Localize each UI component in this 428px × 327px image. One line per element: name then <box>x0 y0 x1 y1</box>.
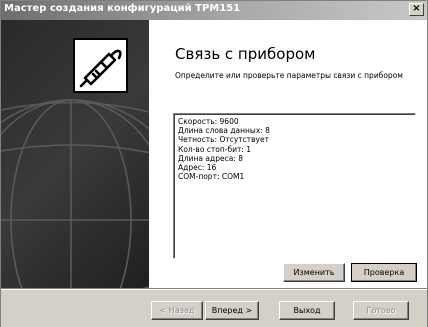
title-bar[interactable]: Мастер создания конфигураций ТРМ151 × <box>1 1 427 20</box>
connection-info-box[interactable]: Скорость: 9600 Длина слова данных: 8 Чет… <box>173 113 416 259</box>
change-button[interactable]: Изменить <box>283 263 345 282</box>
phone-cable-icon <box>73 38 128 93</box>
info-line-stop-bits: Кол-во стоп-бит: 1 <box>178 144 252 154</box>
exit-button[interactable]: Выход <box>279 301 335 320</box>
page-title: Связь с прибором <box>175 45 316 63</box>
close-button[interactable]: × <box>409 3 424 16</box>
wizard-window: Мастер создания конфигураций ТРМ151 × Св… <box>0 0 428 327</box>
info-line-parity: Четность: Отсутствует <box>178 135 269 145</box>
info-line-address-length: Длина адреса: 8 <box>178 153 243 163</box>
back-button[interactable]: < Назад <box>151 301 203 320</box>
wizard-footer: < Назад Вперед > Выход Готово <box>1 288 427 327</box>
info-line-com-port: COM-порт: COM1 <box>178 172 245 182</box>
wizard-side-panel <box>1 20 149 288</box>
info-line-speed: Скорость: 9600 <box>178 117 239 126</box>
finish-button[interactable]: Готово <box>353 301 409 320</box>
close-icon: × <box>412 3 421 14</box>
info-line-address: Адрес: 16 <box>178 163 217 173</box>
info-line-word-length: Длина слова данных: 8 <box>178 126 270 136</box>
next-button[interactable]: Вперед > <box>205 301 259 320</box>
window-title: Мастер создания конфигураций ТРМ151 <box>4 3 241 14</box>
page-description: Определите или проверьте параметры связи… <box>175 71 403 80</box>
wizard-content: Связь с прибором Определите или проверьт… <box>149 20 427 288</box>
check-button[interactable]: Проверка <box>351 263 417 282</box>
